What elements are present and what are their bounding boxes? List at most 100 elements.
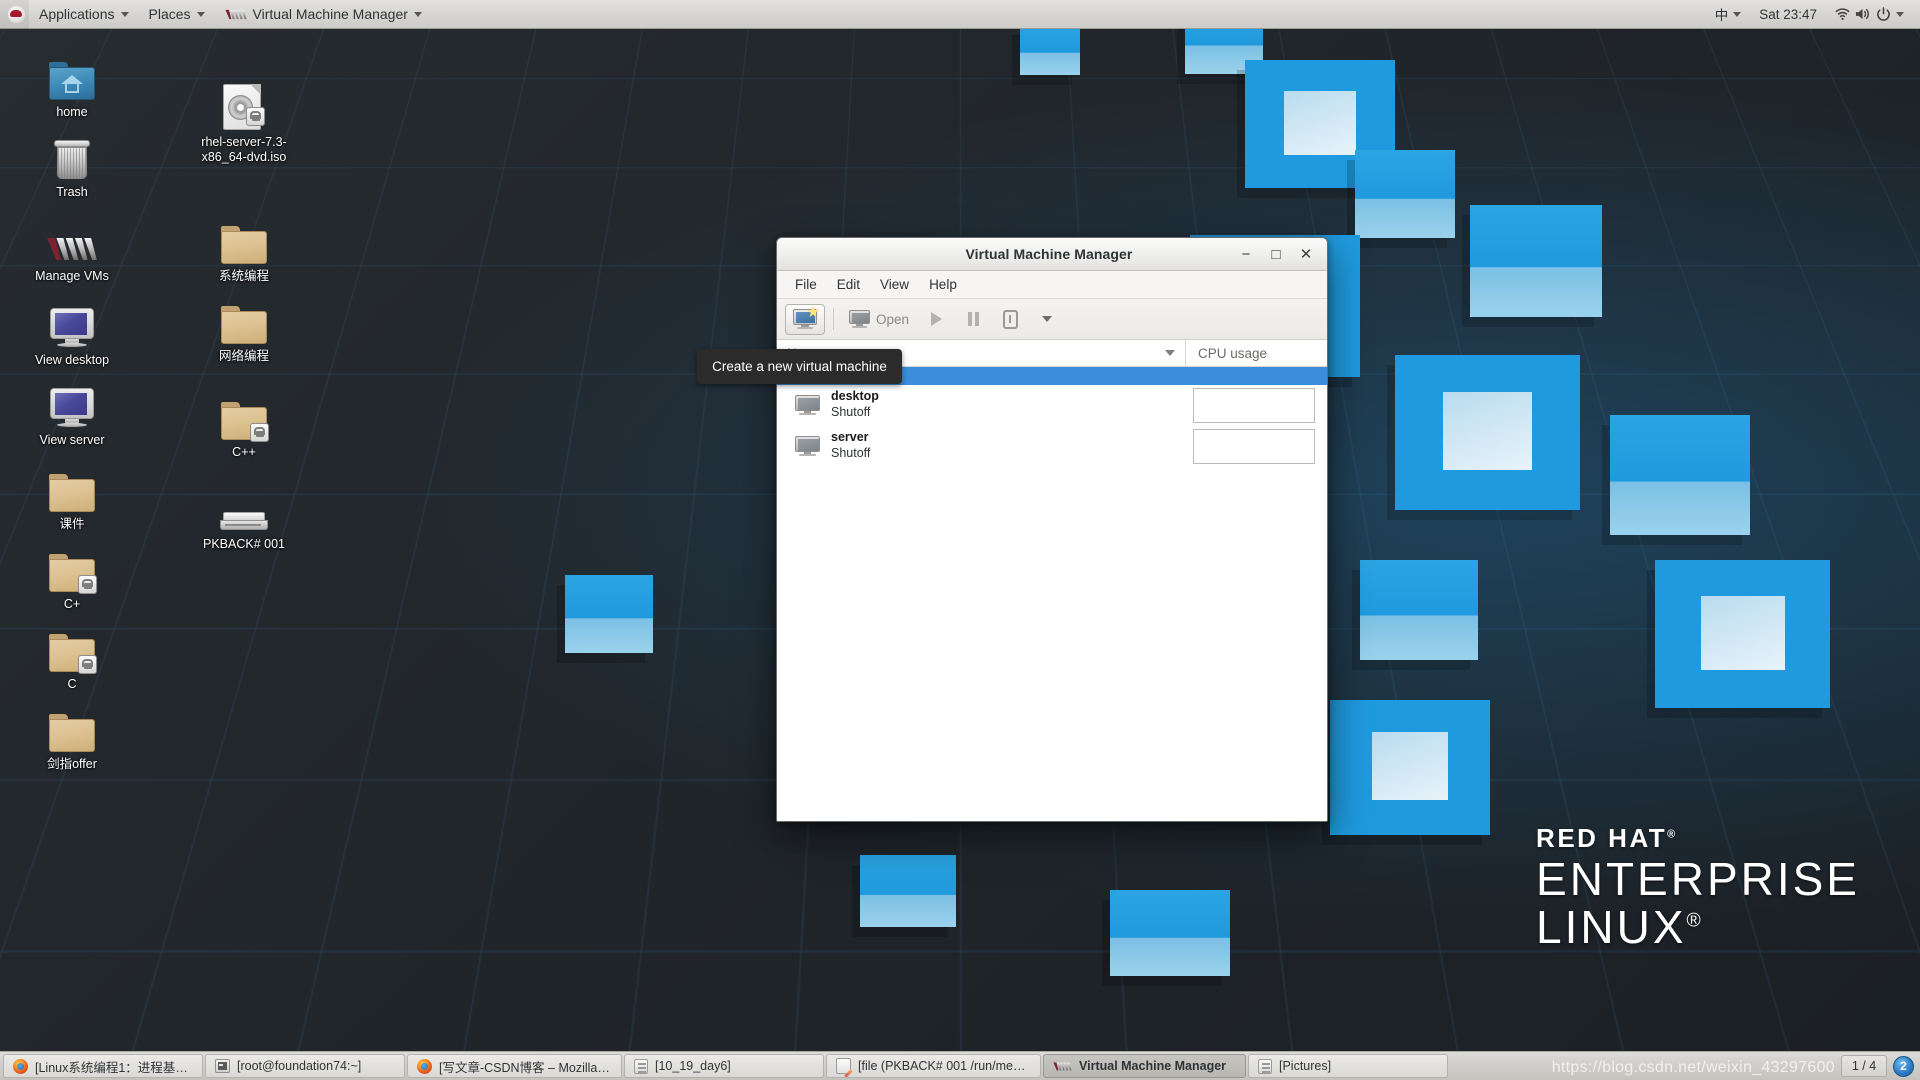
menu-edit[interactable]: Edit bbox=[827, 274, 870, 295]
desktop-icon-rhel-iso[interactable]: rhel-server-7.3-x86_64-dvd.iso bbox=[192, 78, 296, 165]
rhel-branding: RED HAT® ENTERPRISE LINUX® bbox=[1536, 825, 1860, 950]
desktop-icon-view-desktop[interactable]: View desktop bbox=[20, 296, 124, 368]
taskbar-item-virtual-machine-manager[interactable]: Virtual Machine Manager bbox=[1043, 1054, 1246, 1078]
run-button[interactable] bbox=[919, 304, 953, 335]
menu-help[interactable]: Help bbox=[919, 274, 967, 295]
active-window-menu[interactable]: Virtual Machine Manager bbox=[215, 0, 432, 29]
open-button[interactable]: Open bbox=[842, 304, 916, 335]
desktop-icon-home[interactable]: home bbox=[20, 48, 124, 120]
taskbar-item-label: [file (PKBACK# 001 /run/media/k... bbox=[858, 1059, 1031, 1073]
toolbar-separator bbox=[833, 308, 834, 330]
virtual-machine-manager-window[interactable]: Virtual Machine Manager − □ ✕ File Edit … bbox=[776, 237, 1328, 822]
desktop-icon-label: 剑指offer bbox=[47, 757, 97, 771]
vm-monitor-icon bbox=[795, 394, 820, 416]
desktop-icon-cpp[interactable]: C++ bbox=[192, 388, 296, 460]
cd-drive-icon bbox=[192, 480, 296, 532]
wallpaper-cube bbox=[1110, 890, 1230, 976]
places-menu[interactable]: Places bbox=[139, 0, 215, 29]
taskbar-item-firefox-csdn[interactable]: [写文章-CSDN博客 – Mozilla Fire... bbox=[407, 1054, 622, 1078]
input-method-indicator[interactable]: 中 bbox=[1707, 0, 1750, 29]
terminal-icon bbox=[215, 1059, 230, 1073]
places-menu-label: Places bbox=[148, 6, 191, 22]
pause-button[interactable] bbox=[956, 304, 990, 335]
redhat-menu-button[interactable] bbox=[0, 0, 29, 29]
desktop-icon-jianzhi-offer[interactable]: 剑指offer bbox=[20, 700, 124, 772]
brand-line-enterprise: ENTERPRISE bbox=[1536, 853, 1860, 905]
tooltip-create-new-vm: Create a new virtual machine bbox=[697, 349, 902, 384]
top-panel: Applications Places Virtual Machine Mana… bbox=[0, 0, 1920, 29]
vm-list[interactable]: QEMU/KVM desktop Shutoff server Shutoff bbox=[777, 367, 1327, 821]
desktop-icon-c-plus[interactable]: C+ bbox=[20, 540, 124, 612]
play-icon bbox=[930, 312, 942, 326]
taskbar-item-files-day6[interactable]: [10_19_day6] bbox=[624, 1054, 824, 1078]
wallpaper-cube bbox=[1020, 25, 1080, 75]
wifi-icon bbox=[1835, 8, 1850, 20]
taskbar-item-label: [Linux系统编程1：进程基础 – ... bbox=[35, 1060, 193, 1075]
close-button[interactable]: ✕ bbox=[1291, 238, 1321, 271]
vm-list-row-desktop[interactable]: desktop Shutoff bbox=[777, 385, 1327, 426]
vm-list-row-server[interactable]: server Shutoff bbox=[777, 426, 1327, 467]
active-window-label: Virtual Machine Manager bbox=[252, 6, 408, 22]
firefox-icon bbox=[13, 1058, 28, 1074]
workspace-switcher[interactable]: 1 / 4 2 bbox=[1841, 1055, 1914, 1077]
folder-icon bbox=[20, 700, 124, 752]
file-manager-icon bbox=[634, 1058, 648, 1074]
taskbar-item-label: [10_19_day6] bbox=[655, 1059, 731, 1073]
chevron-down-icon bbox=[1042, 316, 1053, 322]
folder-locked-icon bbox=[192, 388, 296, 442]
system-status-menu[interactable] bbox=[1827, 0, 1912, 29]
desktop-icon-view-server[interactable]: View server bbox=[20, 376, 124, 448]
desktop-icon-pkback-001[interactable]: PKBACK# 001 bbox=[192, 480, 296, 552]
brand-line-linux: LINUX® bbox=[1536, 901, 1704, 953]
maximize-button[interactable]: □ bbox=[1261, 238, 1291, 271]
taskbar-item-text-editor-file[interactable]: [file (PKBACK# 001 /run/media/k... bbox=[826, 1054, 1041, 1078]
desktop-icon-keijian[interactable]: 课件 bbox=[20, 460, 124, 532]
desktop-icon-manage-vms[interactable]: Manage VMs bbox=[20, 212, 124, 284]
chevron-down-icon bbox=[120, 11, 129, 17]
desktop-icon-label: 系统编程 bbox=[218, 269, 269, 283]
column-header-cpu-usage[interactable]: CPU usage bbox=[1185, 340, 1327, 366]
desktop-icon-xitong-biancheng[interactable]: 系统编程 bbox=[192, 212, 296, 284]
home-folder-icon bbox=[20, 48, 124, 100]
wallpaper-cube bbox=[860, 855, 956, 927]
chevron-down-icon bbox=[413, 11, 422, 17]
applications-menu[interactable]: Applications bbox=[29, 0, 139, 29]
minimize-button[interactable]: − bbox=[1231, 238, 1261, 271]
sort-caret-icon[interactable] bbox=[1165, 350, 1175, 356]
redhat-logo-icon bbox=[8, 5, 25, 23]
wallpaper-cube bbox=[1610, 415, 1750, 535]
new-virtual-machine-button[interactable] bbox=[785, 303, 825, 335]
desktop-icon-c[interactable]: C bbox=[20, 620, 124, 692]
menu-file[interactable]: File bbox=[785, 274, 827, 295]
volume-icon bbox=[1855, 8, 1869, 20]
power-icon bbox=[1877, 6, 1890, 21]
window-title: Virtual Machine Manager bbox=[965, 246, 1133, 262]
workspace-badge[interactable]: 2 bbox=[1893, 1055, 1914, 1077]
vmm-launcher-icon bbox=[20, 212, 124, 264]
toolbar: Open bbox=[777, 299, 1327, 340]
taskbar-item-terminal[interactable]: [root@foundation74:~] bbox=[205, 1054, 405, 1078]
window-titlebar[interactable]: Virtual Machine Manager − □ ✕ bbox=[777, 238, 1327, 271]
wallpaper-cube bbox=[565, 575, 653, 653]
workspace-indicator[interactable]: 1 / 4 bbox=[1841, 1055, 1887, 1077]
folder-locked-icon bbox=[20, 540, 124, 594]
desktop-icon-trash[interactable]: Trash bbox=[20, 128, 124, 200]
clock-label: Sat 23:47 bbox=[1759, 6, 1817, 22]
text-editor-icon bbox=[836, 1058, 851, 1074]
menu-view[interactable]: View bbox=[870, 274, 919, 295]
firefox-icon bbox=[417, 1058, 432, 1074]
shutdown-icon bbox=[1002, 309, 1018, 329]
taskbar-item-firefox-linux[interactable]: [Linux系统编程1：进程基础 – ... bbox=[3, 1054, 203, 1078]
monitor-icon bbox=[20, 376, 124, 428]
shutdown-menu-button[interactable] bbox=[1030, 304, 1064, 335]
wallpaper-cube bbox=[1355, 150, 1455, 238]
clock[interactable]: Sat 23:47 bbox=[1751, 0, 1825, 29]
taskbar-item-pictures[interactable]: [Pictures] bbox=[1248, 1054, 1448, 1078]
vm-name: server bbox=[831, 430, 869, 445]
shutdown-button[interactable] bbox=[993, 304, 1027, 335]
wallpaper-cube bbox=[1655, 560, 1830, 708]
folder-icon bbox=[20, 460, 124, 512]
desktop-icon-wangluo-biancheng[interactable]: 网络编程 bbox=[192, 292, 296, 364]
folder-icon bbox=[192, 292, 296, 344]
wallpaper-cube bbox=[1360, 560, 1478, 660]
